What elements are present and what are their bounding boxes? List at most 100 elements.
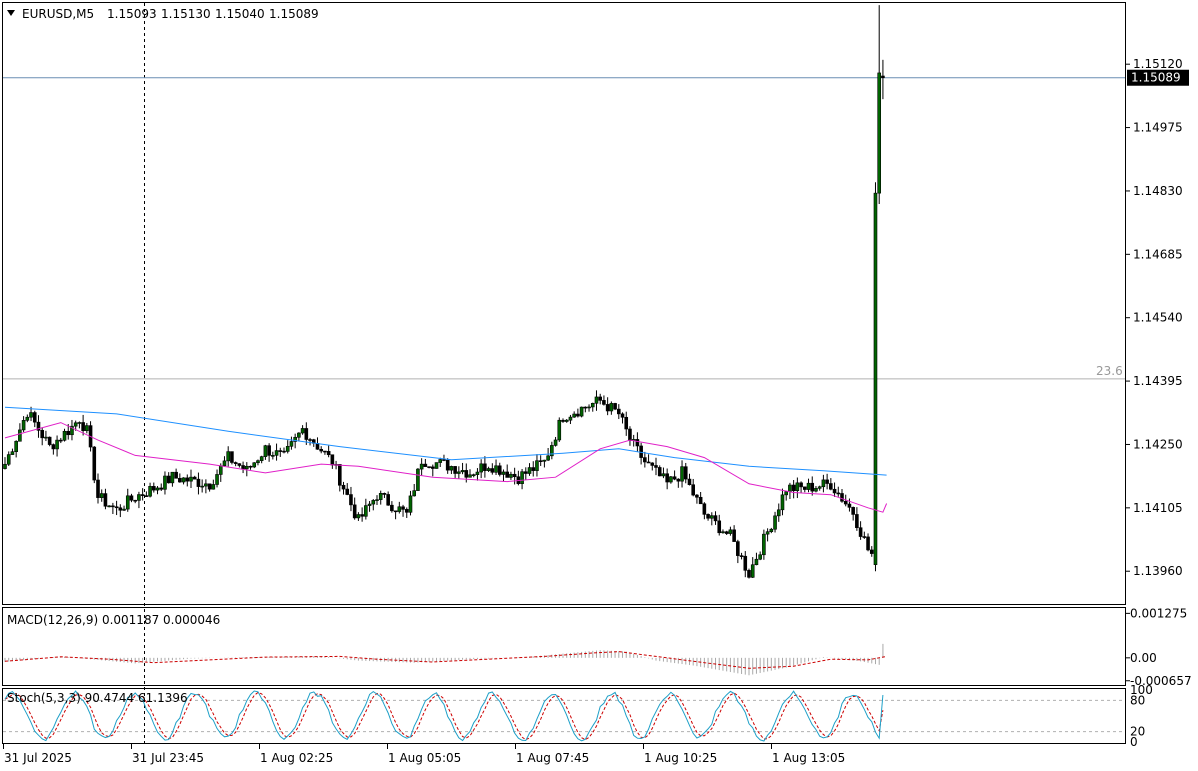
candle-body (315, 443, 320, 450)
candle-body (178, 477, 182, 483)
candle-body (650, 462, 655, 466)
candle-body (192, 476, 197, 480)
candle-body (643, 457, 647, 463)
candle-body (259, 456, 264, 461)
candle-body (538, 460, 543, 462)
candle-body (795, 482, 800, 492)
candle-body (527, 467, 532, 474)
price-axis-label: 1.15120 (1133, 57, 1183, 71)
candle-body (66, 430, 71, 436)
candle-body (326, 451, 331, 456)
candle-body (531, 467, 536, 471)
candle-body (122, 508, 126, 511)
candle-body (352, 504, 357, 519)
candle-body (181, 477, 186, 483)
candle-body (304, 428, 309, 440)
candle-body (274, 450, 279, 456)
candle-body (736, 541, 740, 556)
candle-body (129, 495, 134, 501)
collapse-triangle-icon[interactable] (7, 10, 15, 16)
candle-body (806, 482, 811, 490)
candle-body (676, 478, 681, 482)
candle-body (747, 570, 751, 578)
candle-body (282, 450, 286, 453)
candle-body (85, 425, 89, 431)
candle-body (873, 192, 878, 565)
macd-signal-line (4, 651, 887, 669)
candle-body (829, 483, 833, 490)
candle-body (468, 474, 472, 478)
chart-area[interactable]: 23.6 EURUSD,M5 1.15093 1.15130 1.15040 1… (0, 0, 1198, 771)
candle-body (58, 439, 63, 442)
candle-body (345, 488, 350, 495)
candle-body (542, 459, 547, 462)
candle-body (215, 474, 219, 485)
candle-body (371, 500, 376, 505)
time-axis-label: 1 Aug 02:25 (260, 751, 333, 765)
candle-body (419, 463, 424, 470)
candle-body (200, 485, 204, 488)
candle-body (661, 473, 666, 477)
candle-body (382, 493, 387, 495)
candle-body (278, 450, 283, 452)
macd-axis-label: 0.001275 (1130, 606, 1187, 620)
candle-body (687, 478, 692, 486)
ohlc-low: 1.15040 (215, 7, 265, 21)
candle-body (602, 400, 606, 405)
candle-body (769, 528, 774, 532)
time-axis-label: 1 Aug 05:05 (388, 751, 461, 765)
candle-body (557, 419, 562, 441)
candle-body (709, 515, 714, 519)
candle-body (624, 416, 629, 430)
candle-body (393, 510, 398, 513)
candle-body (825, 479, 829, 484)
candle-body (323, 450, 327, 453)
moving-average-slow (4, 406, 887, 476)
candle-body (233, 462, 238, 464)
candle-body (308, 439, 312, 441)
candle-body (125, 495, 130, 510)
candle-body (252, 462, 257, 468)
candle-body (784, 491, 789, 496)
candle-body (55, 439, 59, 450)
stochastic-axis-label: 80 (1130, 693, 1145, 707)
candle-body (29, 412, 33, 418)
candle-body (73, 422, 78, 427)
candle-body (289, 441, 294, 447)
candle-body (594, 396, 599, 404)
candle-body (237, 463, 242, 466)
candle-body (843, 500, 848, 505)
candle-body (788, 484, 792, 492)
candle-body (390, 504, 394, 512)
candle-body (51, 444, 56, 450)
candle-body (144, 495, 149, 497)
candle-body (6, 454, 11, 465)
candle-body (683, 466, 688, 480)
time-axis-label: 1 Aug 07:45 (516, 751, 589, 765)
candle-body (590, 402, 595, 408)
candle-body (427, 466, 431, 468)
candle-body (695, 494, 699, 498)
candle-body (672, 476, 677, 480)
candle-body (148, 486, 152, 497)
price-axis: 1.15120 1.14975 1.14830 1.14685 1.14540 1.143… (1125, 57, 1183, 578)
price-axis-label: 1.14105 (1133, 501, 1183, 515)
candle-body (423, 463, 428, 467)
candle-body (155, 487, 160, 491)
candle-body (877, 72, 882, 194)
candle-body (25, 416, 30, 421)
macd-axis-label: 0.00 (1130, 651, 1157, 665)
candle-body (799, 482, 803, 488)
candle-body (47, 436, 52, 445)
current-price-label: 1.15089 (1131, 71, 1181, 85)
candle-body (32, 412, 37, 423)
time-axis-label: 1 Aug 10:25 (644, 751, 717, 765)
candle-body (10, 451, 15, 455)
symbol-label: EURUSD,M5 (22, 7, 94, 21)
price-axis-label: 1.14685 (1133, 247, 1183, 261)
candle-body (319, 448, 324, 452)
candle-body (442, 459, 446, 461)
fibonacci-layer: 23.6 (3, 364, 1125, 380)
candle-body (605, 404, 610, 412)
candle-body (832, 488, 837, 494)
